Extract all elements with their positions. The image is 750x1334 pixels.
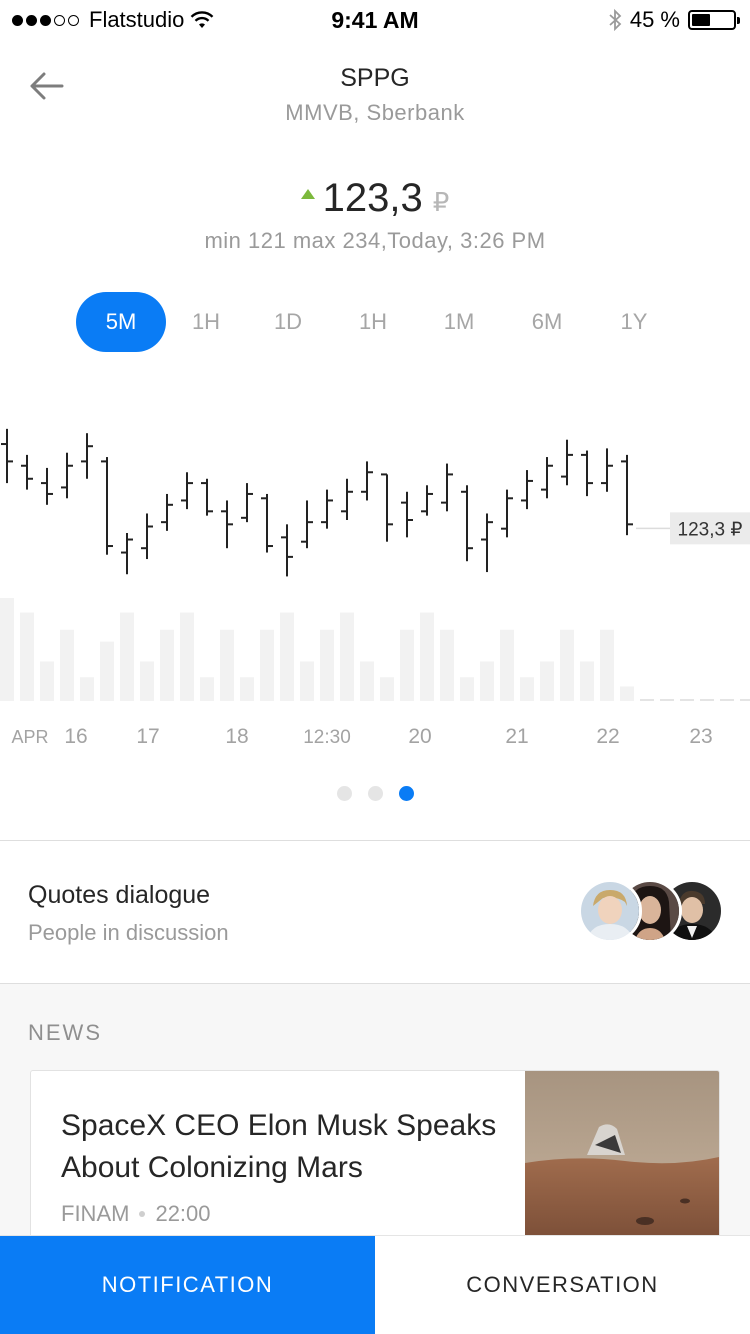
volume-bar bbox=[420, 612, 434, 701]
x-tick-label: 12:30 bbox=[303, 727, 351, 748]
participant-avatars bbox=[578, 879, 724, 943]
current-price: 123,3 bbox=[322, 176, 423, 220]
ticker-symbol: SPPG bbox=[340, 64, 410, 92]
pager-dot[interactable] bbox=[336, 786, 352, 801]
volume-bar bbox=[460, 677, 474, 701]
news-meta: FINAM 22:00 bbox=[61, 1201, 211, 1227]
currency-symbol: ₽ bbox=[432, 187, 450, 217]
volume-bar bbox=[380, 677, 394, 701]
volume-bar bbox=[160, 629, 174, 701]
battery-icon bbox=[688, 10, 740, 30]
volume-bar bbox=[120, 612, 134, 701]
conversation-button[interactable]: CONVERSATION bbox=[375, 1236, 750, 1334]
bottom-action-bar: NOTIFICATION CONVERSATION bbox=[0, 1236, 750, 1334]
volume-bar bbox=[440, 629, 454, 701]
volume-bar bbox=[300, 661, 314, 701]
volume-bar bbox=[560, 629, 574, 701]
battery-percent: 45 % bbox=[629, 7, 680, 32]
news-section-label: NEWS bbox=[28, 1020, 102, 1045]
avatar bbox=[578, 879, 642, 943]
news-source: FINAM bbox=[61, 1201, 130, 1226]
news-time: 22:00 bbox=[155, 1201, 211, 1226]
separator-dot bbox=[139, 1211, 146, 1217]
trend-up-icon bbox=[300, 189, 315, 199]
notification-button[interactable]: NOTIFICATION bbox=[0, 1236, 375, 1334]
volume-bar bbox=[360, 661, 374, 701]
volume-bar bbox=[580, 661, 594, 701]
exchange-name: MMVB, Sberbank bbox=[285, 100, 465, 125]
volume-bar bbox=[600, 629, 614, 701]
discussion-title: Quotes dialogue bbox=[28, 881, 211, 909]
volume-bar bbox=[180, 612, 194, 701]
volume-bar bbox=[480, 661, 494, 701]
volume-bar bbox=[200, 677, 214, 701]
tab-1h[interactable]: 1H bbox=[330, 292, 416, 352]
x-tick-label: 21 bbox=[505, 725, 528, 748]
volume-bar bbox=[140, 661, 154, 701]
volume-bar bbox=[0, 598, 14, 701]
status-right: 45 % bbox=[608, 7, 740, 33]
volume-bar bbox=[620, 686, 634, 701]
x-tick-label: APR bbox=[11, 727, 48, 747]
price-range-info: min 121 max 234,Today, 3:26 PM bbox=[204, 228, 546, 253]
status-bar: Flatstudio 9:41 AM 45 % bbox=[0, 0, 750, 40]
price-row: 123,3 ₽ bbox=[0, 176, 750, 221]
volume-bar bbox=[400, 629, 414, 701]
x-tick-label: 18 bbox=[225, 725, 248, 748]
quotes-dialogue-row[interactable]: Quotes dialogue People in discussion bbox=[0, 841, 750, 983]
price-tag-label: 123,3 ₽ bbox=[678, 519, 743, 540]
volume-bar bbox=[40, 661, 54, 701]
tab-6m[interactable]: 6M bbox=[502, 292, 592, 352]
volume-bar bbox=[60, 629, 74, 701]
x-tick-label: 22 bbox=[596, 725, 619, 748]
volume-bar bbox=[280, 612, 294, 701]
volume-bar bbox=[20, 612, 34, 701]
x-tick-label: 23 bbox=[689, 725, 712, 748]
volume-bar bbox=[320, 629, 334, 701]
volume-bar bbox=[260, 629, 274, 701]
volume-bar bbox=[100, 641, 114, 701]
x-tick-label: 16 bbox=[64, 725, 87, 748]
tab-1y[interactable]: 1Y bbox=[592, 292, 676, 352]
x-tick-label: 17 bbox=[136, 725, 159, 748]
bluetooth-icon bbox=[609, 8, 622, 32]
x-tick-label: 20 bbox=[408, 725, 431, 748]
volume-bar bbox=[540, 661, 554, 701]
tab-1d[interactable]: 1D bbox=[246, 292, 330, 352]
volume-bar bbox=[240, 677, 254, 701]
volume-bar bbox=[340, 612, 354, 701]
volume-bar bbox=[80, 677, 94, 701]
volume-bar bbox=[220, 629, 234, 701]
period-tabs: 5M 1H 1D 1H 1M 6M 1Y bbox=[76, 292, 676, 352]
discussion-subtitle: People in discussion bbox=[28, 920, 229, 945]
volume-bar bbox=[520, 677, 534, 701]
chart-pager bbox=[0, 786, 750, 801]
pager-dot[interactable] bbox=[367, 786, 383, 801]
price-chart: 123,3 ₽ APR 16 17 18 12:30 20 21 22 23 bbox=[0, 428, 750, 748]
tab-1m[interactable]: 1M bbox=[416, 292, 502, 352]
pager-dot[interactable] bbox=[398, 786, 414, 801]
tab-1h[interactable]: 1H bbox=[166, 292, 246, 352]
news-title: SpaceX CEO Elon Musk Speaks About Coloni… bbox=[61, 1109, 497, 1184]
tab-5m[interactable]: 5M bbox=[76, 292, 166, 352]
volume-bar bbox=[500, 629, 514, 701]
